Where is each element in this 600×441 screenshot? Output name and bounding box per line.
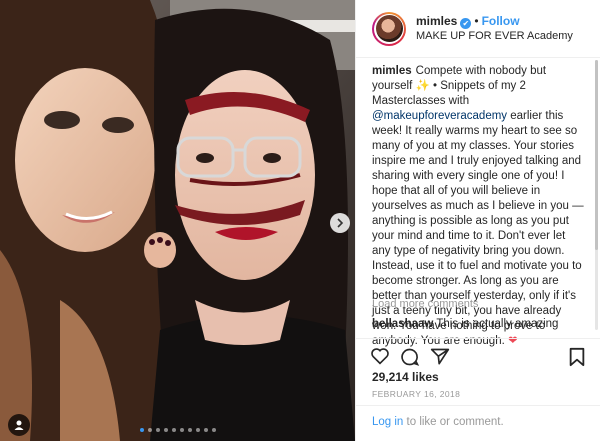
mention-link[interactable]: @makeupforeveracademy: [372, 110, 507, 122]
header-separator: •: [474, 13, 479, 28]
carousel-dot: [204, 428, 208, 432]
carousel-indicator: [140, 428, 216, 432]
load-more-comments[interactable]: Load more comments: [372, 298, 478, 310]
bookmark-icon: [569, 347, 585, 367]
photo-illustration: [0, 0, 355, 441]
like-button[interactable]: [370, 347, 390, 370]
carousel-dot: [148, 428, 152, 432]
carousel-dot: [196, 428, 200, 432]
action-bar: [356, 338, 600, 371]
location-link[interactable]: MAKE UP FOR EVER Academy: [416, 29, 573, 44]
login-prompt: Log in to like or comment.: [356, 405, 600, 441]
likes-count[interactable]: 29,214 likes: [372, 370, 439, 384]
login-prompt-text: to like or comment.: [403, 416, 504, 428]
caption-username[interactable]: mimles: [372, 65, 412, 77]
carousel-dot: [140, 428, 144, 432]
carousel-dot: [188, 428, 192, 432]
share-button[interactable]: [430, 347, 450, 372]
login-link[interactable]: Log in: [372, 416, 403, 428]
comment-button[interactable]: [400, 347, 420, 372]
post-sidebar: mimles ✔ • Follow MAKE UP FOR EVER Academy …: [355, 0, 600, 441]
carousel-dot: [156, 428, 160, 432]
verified-badge-icon: ✔: [460, 17, 472, 29]
avatar[interactable]: [372, 11, 406, 46]
carousel-dot: [180, 428, 184, 432]
carousel-dot: [172, 428, 176, 432]
caption-text-3: earlier this week! It really warms my he…: [372, 110, 584, 347]
comment-username[interactable]: bellashaaw: [372, 318, 433, 330]
header-username[interactable]: mimles: [416, 14, 457, 28]
share-plane-icon: [430, 348, 450, 365]
comment-item: bellashaaw This is actually amazing: [372, 318, 558, 330]
post-date: FEBRUARY 16, 2018: [372, 389, 461, 399]
next-photo-button[interactable]: [330, 213, 350, 233]
carousel-dot: [164, 428, 168, 432]
post-header: mimles ✔ • Follow MAKE UP FOR EVER Academy: [356, 0, 600, 58]
comment-bubble-icon: [401, 348, 420, 366]
post-photo[interactable]: [0, 0, 355, 441]
user-tag-button[interactable]: [8, 414, 30, 436]
heart-outline-icon: [371, 348, 389, 365]
instagram-post: mimles ✔ • Follow MAKE UP FOR EVER Academy …: [0, 0, 600, 441]
chevron-right-icon: [337, 218, 344, 228]
follow-button[interactable]: Follow: [482, 14, 520, 28]
save-button[interactable]: [568, 347, 586, 372]
carousel-dot: [212, 428, 216, 432]
user-tag-icon: [14, 420, 24, 430]
comments-scrollbar[interactable]: [595, 60, 598, 330]
comment-text: This is actually amazing: [436, 318, 559, 330]
sparkle-emoji: ✨: [415, 80, 430, 92]
